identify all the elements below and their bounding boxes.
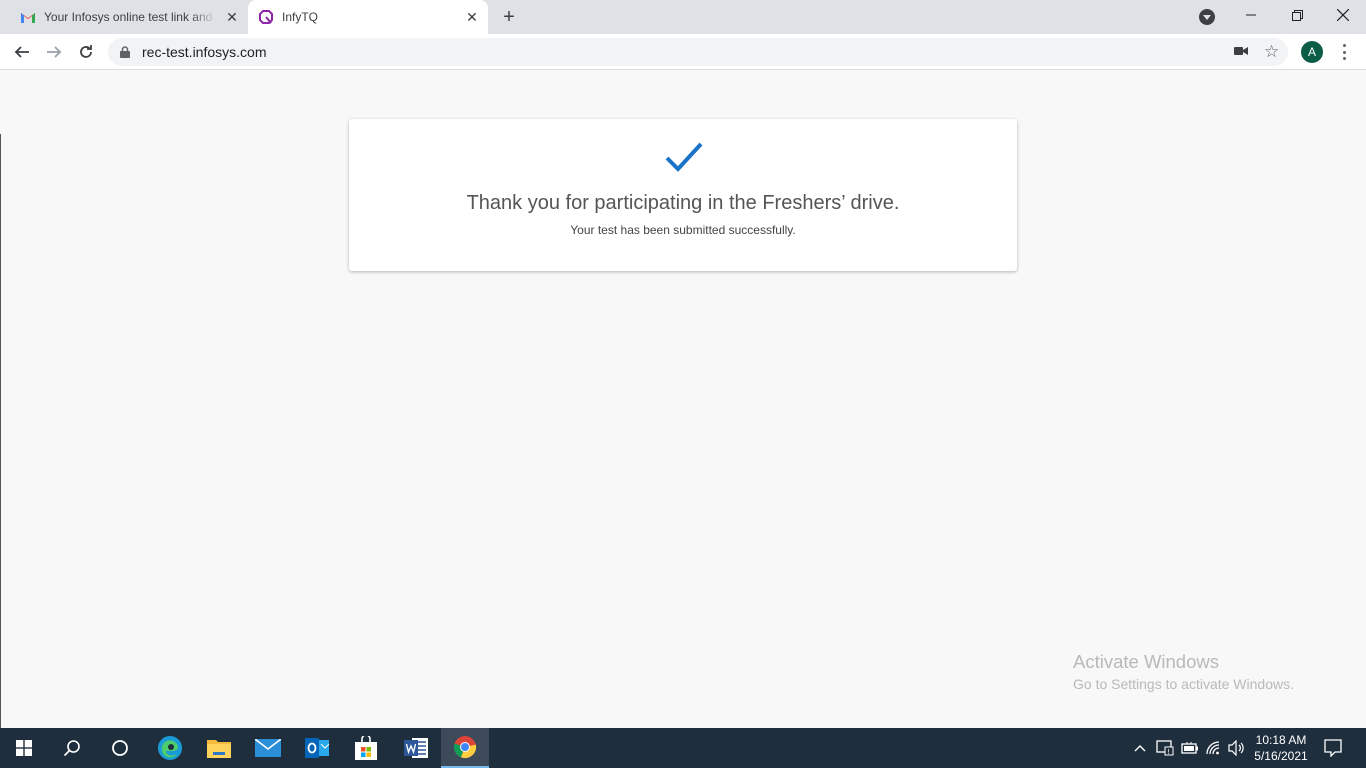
- confirmation-card: Thank you for participating in the Fresh…: [349, 119, 1017, 271]
- close-tab-icon[interactable]: ✕: [224, 9, 240, 25]
- tab-title: InfyTQ: [282, 10, 319, 24]
- battery-icon: [1181, 742, 1198, 754]
- edge-icon: [158, 736, 182, 760]
- restore-button[interactable]: [1274, 0, 1320, 30]
- outlook-icon: [305, 738, 329, 758]
- confirmation-message: Your test has been submitted successfull…: [570, 223, 796, 237]
- word-icon: [404, 738, 428, 758]
- wifi-icon: [1206, 741, 1220, 755]
- gmail-icon: [21, 13, 35, 23]
- clock-date: 5/16/2021: [1254, 749, 1308, 763]
- menu-icon[interactable]: [1336, 42, 1352, 62]
- file-explorer-icon: [207, 740, 231, 758]
- taskbar-chrome[interactable]: [441, 728, 489, 768]
- close-window-button[interactable]: [1320, 0, 1366, 30]
- tray-battery[interactable]: [1180, 728, 1200, 768]
- monitor-alert-icon: !: [1156, 740, 1174, 756]
- taskbar-word[interactable]: [392, 728, 440, 768]
- page-content: Thank you for participating in the Fresh…: [0, 71, 1366, 728]
- confirmation-heading: Thank you for participating in the Fresh…: [466, 192, 900, 214]
- clock-time: 10:18 AM: [1255, 733, 1307, 747]
- taskbar-outlook[interactable]: [293, 728, 341, 768]
- activate-windows-watermark: Activate Windows Go to Settings to activ…: [1073, 651, 1294, 692]
- chevron-up-icon: [1134, 745, 1146, 752]
- url-text[interactable]: rec-test.infosys.com: [142, 44, 266, 60]
- browser-toolbar: rec-test.infosys.com ☆ A: [0, 34, 1366, 70]
- tray-wifi[interactable]: [1204, 728, 1224, 768]
- taskbar-search[interactable]: [48, 728, 96, 768]
- taskbar-edge[interactable]: [146, 728, 194, 768]
- infytq-icon: [259, 10, 273, 24]
- bookmark-star-icon[interactable]: ☆: [1264, 42, 1279, 62]
- tab-infytq[interactable]: InfyTQ ✕: [248, 0, 488, 34]
- taskbar: ! 10:18 AM 5/16/2021: [0, 728, 1366, 768]
- lock-icon[interactable]: [120, 46, 130, 58]
- cortana-icon: [112, 740, 128, 756]
- address-bar[interactable]: rec-test.infosys.com ☆: [108, 38, 1288, 66]
- store-icon: [355, 736, 377, 760]
- back-arrow-icon: [14, 46, 29, 58]
- volume-icon: [1228, 740, 1244, 756]
- checkmark-icon: [665, 142, 703, 172]
- show-hidden-icons-button[interactable]: [1131, 728, 1149, 768]
- cortana-button[interactable]: [96, 728, 144, 768]
- tab-search-icon[interactable]: [1199, 9, 1215, 25]
- watermark-title: Activate Windows: [1073, 651, 1219, 672]
- divider: [0, 134, 1, 728]
- notification-icon: [1324, 739, 1342, 757]
- back-button[interactable]: [10, 40, 34, 64]
- camera-icon[interactable]: [1234, 45, 1248, 57]
- start-button[interactable]: [0, 728, 48, 768]
- forward-arrow-icon: [47, 46, 62, 58]
- tab-title: Your Infosys online test link and I: [44, 10, 216, 24]
- svg-text:!: !: [1167, 748, 1170, 756]
- taskbar-clock[interactable]: 10:18 AM 5/16/2021: [1250, 732, 1312, 764]
- taskbar-file-explorer[interactable]: [195, 728, 243, 768]
- watermark-subtitle: Go to Settings to activate Windows.: [1073, 676, 1294, 692]
- tray-notification-app[interactable]: !: [1155, 728, 1175, 768]
- new-tab-button[interactable]: +: [498, 6, 520, 28]
- mail-icon: [255, 739, 281, 757]
- close-tab-icon[interactable]: ✕: [464, 9, 480, 25]
- search-icon: [63, 740, 80, 757]
- tab-gmail[interactable]: Your Infosys online test link and I ✕: [12, 0, 248, 34]
- profile-avatar[interactable]: A: [1301, 41, 1323, 63]
- start-icon: [16, 740, 32, 756]
- chrome-icon: [453, 736, 477, 759]
- taskbar-mail[interactable]: [244, 728, 292, 768]
- tray-volume[interactable]: [1227, 728, 1247, 768]
- reload-icon: [80, 45, 92, 58]
- taskbar-store[interactable]: [342, 728, 390, 768]
- forward-button[interactable]: [42, 40, 66, 64]
- action-center-button[interactable]: [1322, 728, 1344, 768]
- tab-strip: Your Infosys online test link and I ✕ In…: [0, 0, 1366, 34]
- minimize-button[interactable]: [1228, 0, 1274, 30]
- reload-button[interactable]: [74, 40, 98, 64]
